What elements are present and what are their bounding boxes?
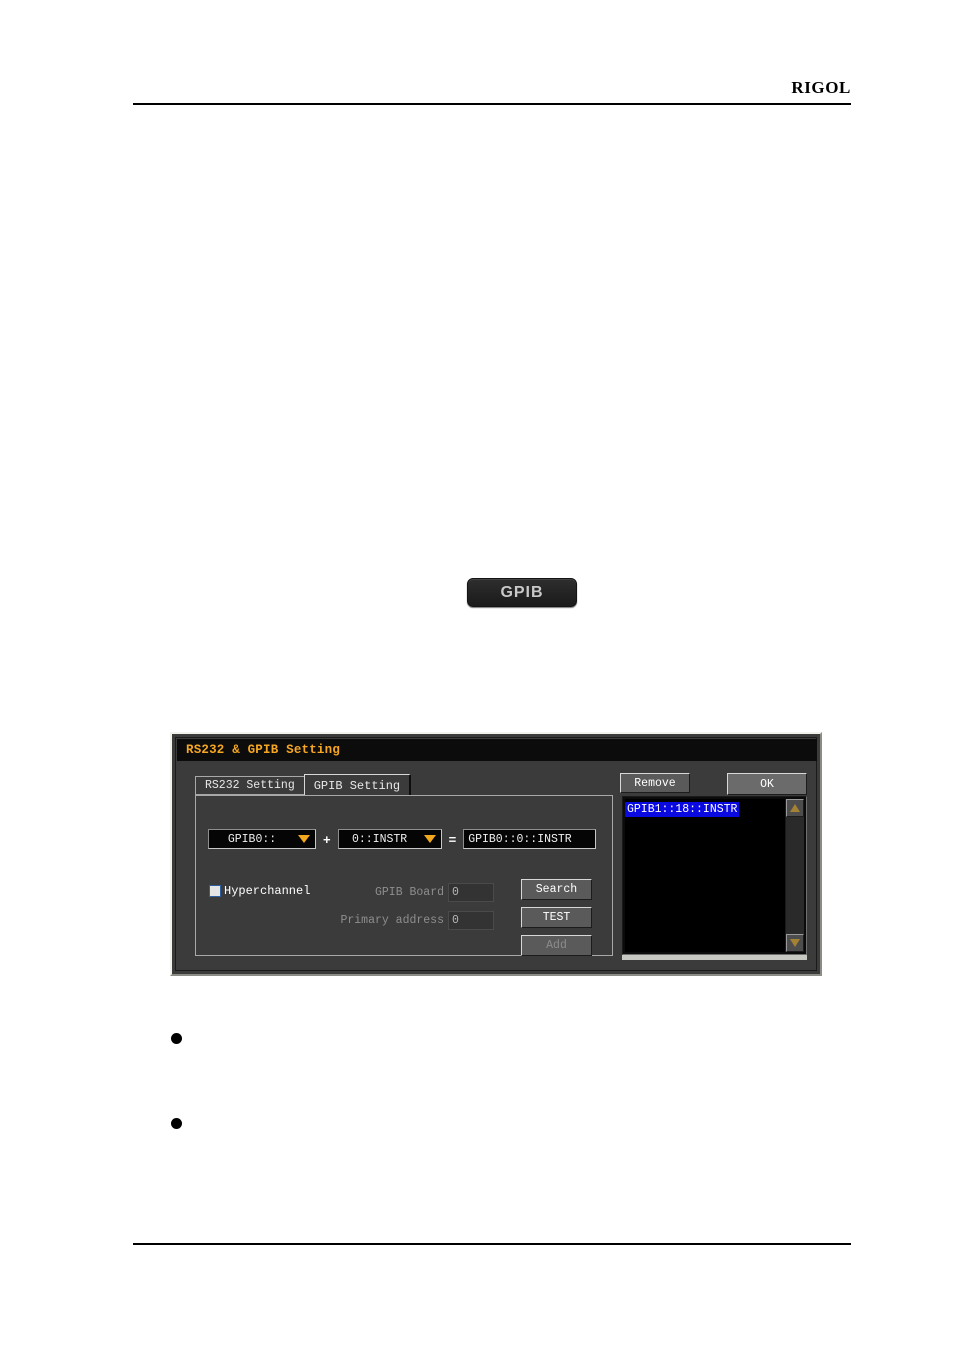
- page-header: RIGOL: [133, 78, 851, 104]
- ok-button[interactable]: OK: [727, 773, 807, 795]
- add-button-label: Add: [546, 939, 567, 952]
- list-item[interactable]: GPIB1::18::INSTR: [625, 802, 740, 817]
- footer-rule: [133, 1243, 851, 1245]
- tab-gpib-setting-label: GPIB Setting: [313, 778, 401, 793]
- gpib-board-dropdown[interactable]: GPIB0::: [208, 829, 316, 849]
- remove-button-label: Remove: [634, 776, 676, 790]
- gpib-board-input[interactable]: 0: [448, 883, 494, 902]
- visa-resource-string-value: GPIB0::0::INSTR: [468, 832, 572, 846]
- tab-rs232-setting-label: RS232 Setting: [205, 779, 295, 792]
- dialog-titlebar: RS232 & GPIB Setting: [177, 739, 817, 761]
- bullet-marker: [171, 1033, 182, 1044]
- gpib-board-label: GPIB Board: [374, 886, 444, 899]
- primary-address-input[interactable]: 0: [448, 911, 494, 930]
- hyperchannel-label: Hyperchannel: [224, 884, 311, 898]
- bullet-marker: [171, 1118, 182, 1129]
- gpib-address-dropdown-value: 0::INSTR: [351, 832, 408, 846]
- rigol-logo: RIGOL: [791, 78, 851, 97]
- hyperchannel-checkbox[interactable]: [209, 885, 221, 897]
- ok-button-label: OK: [760, 777, 774, 791]
- remove-button[interactable]: Remove: [620, 773, 690, 793]
- tab-rs232-setting[interactable]: RS232 Setting: [195, 776, 305, 795]
- dialog-inner-frame: RS232 & GPIB Setting RS232 Setting GPIB …: [175, 737, 817, 971]
- plus-operator: +: [323, 831, 331, 847]
- primary-address-label: Primary address: [340, 914, 444, 927]
- scrollbar-track[interactable]: [786, 817, 804, 934]
- chevron-down-icon: [423, 835, 436, 843]
- gpib-board-field-row: GPIB Board 0: [316, 883, 494, 902]
- tab-gpib-setting[interactable]: GPIB Setting: [303, 774, 412, 796]
- resource-listbox[interactable]: GPIB1::18::INSTR: [622, 796, 807, 955]
- visa-resource-string-field[interactable]: GPIB0::0::INSTR: [463, 829, 597, 849]
- triangle-up-icon: [790, 804, 800, 812]
- test-button-label: TEST: [542, 911, 571, 924]
- gpib-hardware-key[interactable]: GPIB: [467, 578, 577, 607]
- chevron-down-icon: [298, 835, 310, 843]
- test-button[interactable]: TEST: [521, 907, 592, 928]
- primary-address-field-row: Primary address 0: [316, 911, 494, 930]
- gpib-board-value: 0: [452, 886, 459, 899]
- resource-list-scrollbar[interactable]: [785, 799, 804, 952]
- scroll-down-button[interactable]: [786, 934, 804, 952]
- dialog-title: RS232 & GPIB Setting: [186, 743, 341, 757]
- hyperchannel-row[interactable]: Hyperchannel: [209, 884, 310, 898]
- address-builder-row: GPIB0:: + 0::INSTR = GPIB0::0::INSTR: [208, 829, 597, 849]
- primary-address-value: 0: [452, 914, 459, 927]
- rs232-gpib-setting-dialog: RS232 & GPIB Setting RS232 Setting GPIB …: [170, 732, 822, 976]
- search-button-label: Search: [535, 883, 578, 896]
- gpib-settings-panel: [195, 795, 613, 956]
- triangle-down-icon: [790, 939, 800, 947]
- search-button[interactable]: Search: [521, 879, 592, 900]
- tabstrip: RS232 Setting GPIB Setting: [195, 774, 412, 796]
- equals-operator: =: [448, 831, 457, 847]
- gpib-key-label: GPIB: [500, 583, 544, 601]
- gpib-address-dropdown[interactable]: 0::INSTR: [337, 829, 442, 849]
- listbox-base-shadow: [622, 955, 807, 960]
- add-button[interactable]: Add: [521, 935, 592, 956]
- header-rule: [133, 103, 851, 105]
- scroll-up-button[interactable]: [786, 799, 804, 817]
- resource-list-area[interactable]: GPIB1::18::INSTR: [625, 799, 785, 952]
- gpib-board-dropdown-value: GPIB0::: [227, 832, 277, 846]
